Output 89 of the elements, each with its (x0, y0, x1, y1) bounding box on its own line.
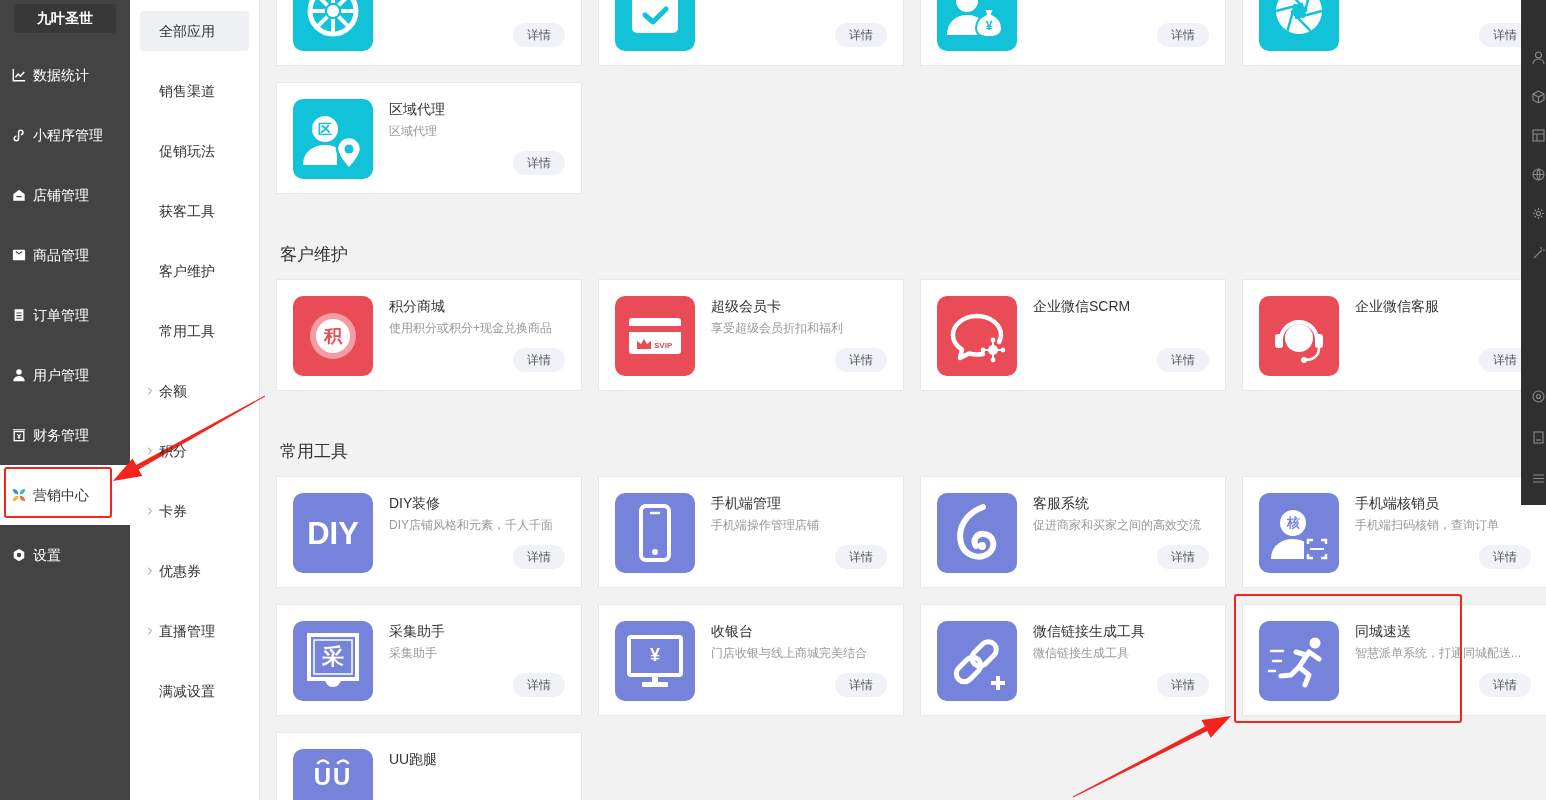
card-title: 手机端管理 (711, 494, 782, 513)
store-icon (12, 188, 26, 202)
loop-icon (12, 128, 26, 142)
sidebar-item[interactable]: 营销中心 (0, 465, 130, 525)
user-icon[interactable] (1532, 51, 1545, 64)
diy-icon: DIY (293, 493, 373, 573)
details-button[interactable]: 详情 (1479, 673, 1531, 697)
card-description: 手机端操作管理店铺 (711, 517, 820, 534)
sub-nav-item[interactable]: 全部应用 (140, 11, 249, 51)
details-button[interactable]: 详情 (1479, 545, 1531, 569)
cube-icon[interactable] (1532, 90, 1545, 103)
sidebar-item[interactable]: 小程序管理 (0, 105, 130, 165)
details-button[interactable]: 详情 (1157, 23, 1209, 47)
details-button[interactable]: 详情 (1157, 673, 1209, 697)
details-button[interactable]: 详情 (835, 348, 887, 372)
card-title: 区域代理 (389, 100, 446, 119)
logo: 九叶圣世 (14, 4, 116, 33)
card-title: 同城速送 (1355, 622, 1412, 641)
cash-box-icon (12, 428, 26, 442)
details-button[interactable]: 详情 (835, 23, 887, 47)
card-description: 微信链接生成工具 (1033, 645, 1130, 662)
framed-box-icon: 采 (293, 621, 373, 701)
menu-icon[interactable] (1532, 472, 1545, 485)
gear-icon[interactable] (1532, 207, 1545, 220)
card-description: DIY店铺风格和元素，千人千面 (389, 517, 554, 534)
details-button[interactable]: 详情 (1157, 545, 1209, 569)
sub-nav-item[interactable]: 销售渠道 (140, 71, 249, 111)
envelope-icon (12, 248, 26, 262)
section-title: 客户维护 (280, 244, 348, 266)
clipboard-icon (12, 308, 26, 322)
card-title: 客服系统 (1033, 494, 1090, 513)
card-description: 采集助手 (389, 645, 438, 662)
details-button[interactable]: 详情 (835, 673, 887, 697)
sub-nav-item[interactable]: 促销玩法 (140, 131, 249, 171)
sidebar-item[interactable]: 店铺管理 (0, 165, 130, 225)
card-title: 积分商城 (389, 297, 446, 316)
card-description: 享受超级会员折扣和福利 (711, 320, 844, 337)
wand-icon[interactable] (1532, 246, 1545, 259)
coin-icon: 积 (293, 296, 373, 376)
monitor-icon: ¥ (615, 621, 695, 701)
card-title: 超级会员卡 (711, 297, 782, 316)
sidebar-item[interactable]: 设置 (0, 525, 130, 585)
settings-icon (12, 548, 26, 562)
details-button[interactable]: 详情 (513, 545, 565, 569)
sub-nav-item[interactable]: 余额 (140, 371, 249, 411)
sub-nav-item[interactable]: 获客工具 (140, 191, 249, 231)
globe-icon[interactable] (1532, 168, 1545, 181)
card-description: 促进商家和买家之间的高效交流 (1033, 517, 1202, 534)
target-icon[interactable] (1532, 390, 1545, 403)
card-title: 企业微信SCRM (1033, 297, 1132, 316)
details-button[interactable]: 详情 (513, 23, 565, 47)
details-button[interactable]: 详情 (513, 151, 565, 175)
sidebar-item[interactable]: 商品管理 (0, 225, 130, 285)
details-button[interactable]: 详情 (513, 673, 565, 697)
details-button[interactable]: 详情 (1157, 348, 1209, 372)
card-title: UU跑腿 (389, 750, 439, 769)
member-card-icon: SVIP (615, 296, 695, 376)
uu-logo-icon: UU (293, 749, 373, 800)
sidebar-item[interactable]: 用户管理 (0, 345, 130, 405)
petals-icon (12, 488, 26, 502)
card-description: 门店收银与线上商城完美结合 (711, 645, 868, 662)
card-title: 企业微信客服 (1355, 297, 1440, 316)
panel-icon[interactable] (1532, 129, 1545, 142)
sub-nav-item[interactable]: 卡券 (140, 491, 249, 531)
sub-nav-item[interactable]: 满减设置 (140, 671, 249, 711)
document-icon[interactable] (1532, 431, 1545, 444)
card-title: 收银台 (711, 622, 754, 641)
sidebar-item[interactable]: 订单管理 (0, 285, 130, 345)
card-description: 使用积分或积分+现金兑换商品 (389, 320, 553, 337)
sub-nav-item[interactable]: 常用工具 (140, 311, 249, 351)
person-scan-icon: 核 (1259, 493, 1339, 573)
line-chart-icon (12, 68, 26, 82)
details-button[interactable]: 详情 (835, 545, 887, 569)
card-title: 采集助手 (389, 622, 446, 641)
sub-nav-item[interactable]: 客户维护 (140, 251, 249, 291)
user-icon (12, 368, 26, 382)
details-button[interactable]: 详情 (513, 348, 565, 372)
card-description: 手机端扫码核销，查询订单 (1355, 517, 1500, 534)
card-title: DIY装修 (389, 494, 442, 513)
card-description: 区域代理 (389, 123, 438, 140)
sub-nav-item[interactable]: 直播管理 (140, 611, 249, 651)
sub-nav-item[interactable]: 优惠券 (140, 551, 249, 591)
card-title: 手机端核销员 (1355, 494, 1440, 513)
card-title: 微信链接生成工具 (1033, 622, 1146, 641)
sidebar-item[interactable]: 财务管理 (0, 405, 130, 465)
sidebar-item[interactable]: 数据统计 (0, 45, 130, 105)
section-title: 常用工具 (280, 441, 348, 463)
person-money-bag-icon: ¥ (937, 0, 1017, 51)
person-pin-icon: 区 (293, 99, 373, 179)
